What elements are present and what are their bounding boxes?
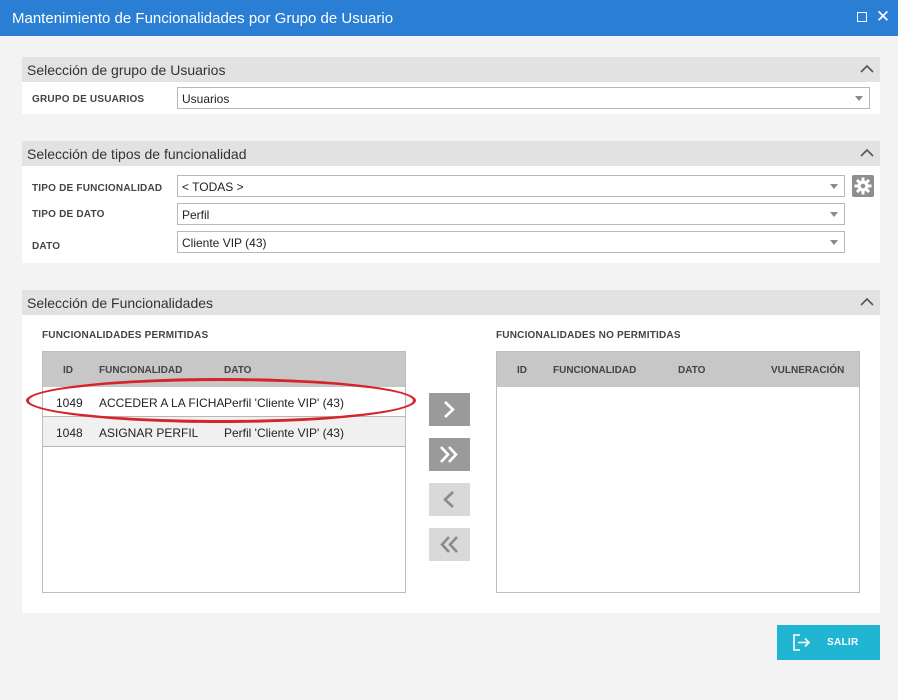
window-title: Mantenimiento de Funcionalidades por Gru… xyxy=(12,10,394,27)
data-select[interactable]: Cliente VIP (43) xyxy=(177,231,845,253)
functionality-type-select[interactable]: < TODAS > xyxy=(177,175,845,197)
functionality-type-label: TIPO DE FUNCIONALIDAD xyxy=(32,183,163,194)
user-group-panel: Selección de grupo de Usuarios GRUPO DE … xyxy=(22,57,880,114)
data-type-value: Perfil xyxy=(182,208,210,222)
group-label: GRUPO DE USUARIOS xyxy=(32,94,145,105)
column-header-id[interactable]: ID xyxy=(63,365,73,376)
move-right-button[interactable] xyxy=(429,393,470,426)
chevron-down-icon xyxy=(830,212,838,217)
row-id: 1048 xyxy=(56,426,83,440)
chevron-down-icon xyxy=(830,240,838,245)
data-value: Cliente VIP (43) xyxy=(182,236,267,250)
column-header-dato[interactable]: DATO xyxy=(224,365,251,376)
maximize-icon xyxy=(857,12,867,22)
type-panel: Selección de tipos de funcionalidad TIPO… xyxy=(22,141,880,263)
allowed-grid: ID FUNCIONALIDAD DATO 1049 ACCEDER A LA … xyxy=(42,351,406,593)
close-button[interactable]: ✕ xyxy=(874,8,892,26)
data-label: DATO xyxy=(32,241,61,252)
settings-button[interactable] xyxy=(852,175,874,197)
chevron-down-icon xyxy=(855,96,863,101)
exit-icon xyxy=(793,634,811,651)
maximize-button[interactable] xyxy=(853,8,871,26)
functionalities-panel-header[interactable]: Selección de Funcionalidades xyxy=(22,290,880,315)
panel-title: Selección de Funcionalidades xyxy=(27,295,214,311)
double-chevron-right-icon xyxy=(440,446,458,463)
row-funcionalidad: ACCEDER A LA FICHA xyxy=(99,396,225,410)
move-all-left-button[interactable] xyxy=(429,528,470,561)
functionality-type-value: < TODAS > xyxy=(182,180,244,194)
move-left-button[interactable] xyxy=(429,483,470,516)
allowed-list-title: FUNCIONALIDADES PERMITIDAS xyxy=(42,330,209,341)
chevron-right-icon xyxy=(444,401,455,418)
window-body: Selección de grupo de Usuarios GRUPO DE … xyxy=(1,36,897,699)
chevron-up-icon[interactable] xyxy=(860,146,874,160)
exit-button[interactable]: SALIR xyxy=(777,625,880,660)
chevron-left-icon xyxy=(443,491,454,508)
column-header-funcionalidad[interactable]: FUNCIONALIDAD xyxy=(99,365,182,376)
grid-header: ID FUNCIONALIDAD DATO xyxy=(43,352,405,387)
group-select[interactable]: Usuarios xyxy=(177,87,870,109)
row-dato: Perfil 'Cliente VIP' (43) xyxy=(224,396,344,410)
chevron-up-icon[interactable] xyxy=(860,295,874,309)
column-header-id[interactable]: ID xyxy=(517,365,527,376)
data-type-label: TIPO DE DATO xyxy=(32,209,105,220)
column-header-funcionalidad[interactable]: FUNCIONALIDAD xyxy=(553,365,636,376)
group-select-value: Usuarios xyxy=(182,92,230,106)
not-allowed-list-title: FUNCIONALIDADES NO PERMITIDAS xyxy=(496,330,681,341)
title-bar: Mantenimiento de Funcionalidades por Gru… xyxy=(0,0,898,36)
chevron-up-icon[interactable] xyxy=(860,62,874,76)
panel-title: Selección de grupo de Usuarios xyxy=(27,62,226,78)
column-header-dato[interactable]: DATO xyxy=(678,365,705,376)
data-type-select[interactable]: Perfil xyxy=(177,203,845,225)
exit-button-label: SALIR xyxy=(827,637,859,648)
chevron-down-icon xyxy=(830,184,838,189)
panel-title: Selección de tipos de funcionalidad xyxy=(27,146,247,162)
row-id: 1049 xyxy=(56,396,83,410)
gear-icon xyxy=(854,177,872,195)
row-dato: Perfil 'Cliente VIP' (43) xyxy=(224,426,344,440)
move-all-right-button[interactable] xyxy=(429,438,470,471)
not-allowed-grid: ID FUNCIONALIDAD DATO VULNERACIÓN xyxy=(496,351,860,593)
table-row[interactable]: 1049 ACCEDER A LA FICHA Perfil 'Cliente … xyxy=(43,387,405,417)
type-panel-header[interactable]: Selección de tipos de funcionalidad xyxy=(22,141,880,166)
user-group-panel-header[interactable]: Selección de grupo de Usuarios xyxy=(22,57,880,82)
double-chevron-left-icon xyxy=(440,536,458,553)
row-funcionalidad: ASIGNAR PERFIL xyxy=(99,426,199,440)
table-row[interactable]: 1048 ASIGNAR PERFIL Perfil 'Cliente VIP'… xyxy=(43,417,405,447)
grid-header: ID FUNCIONALIDAD DATO VULNERACIÓN xyxy=(497,352,859,387)
column-header-vulneracion[interactable]: VULNERACIÓN xyxy=(771,365,844,376)
